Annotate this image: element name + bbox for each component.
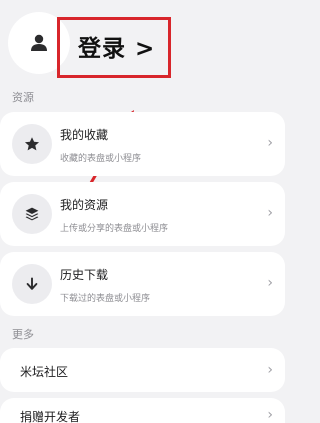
donate-title: 捐赠开发者: [20, 410, 81, 423]
download-icon-circle: [12, 264, 52, 304]
my-resources-subtitle: 上传或分享的表盘或小程序: [60, 224, 169, 234]
list-item-donate[interactable]: 捐赠开发者 ›: [0, 398, 285, 423]
section-label-resources: 资源: [12, 91, 34, 104]
chevron-right-icon: ›: [267, 407, 273, 423]
my-resources-title: 我的资源: [60, 198, 109, 212]
chevron-right-icon: ›: [267, 362, 273, 378]
download-arrow-icon: [26, 277, 38, 290]
favorites-title: 我的收藏: [60, 128, 109, 142]
chevron-right-icon: ›: [267, 205, 273, 221]
list-item-my-resources[interactable]: 我的资源 上传或分享的表盘或小程序 ›: [0, 182, 285, 246]
download-history-title: 历史下载: [60, 268, 109, 282]
chevron-right-icon: ›: [267, 135, 273, 151]
favorites-icon-circle: [12, 124, 52, 164]
list-item-download-history[interactable]: 历史下载 下载过的表盘或小程序 ›: [0, 252, 285, 316]
resources-icon-circle: [12, 194, 52, 234]
layers-icon: [25, 207, 39, 221]
list-item-community[interactable]: 米坛社区 ›: [0, 348, 285, 392]
download-history-subtitle: 下载过的表盘或小程序: [60, 294, 151, 304]
annotation-highlight-box: [57, 17, 171, 78]
user-icon: [31, 34, 47, 51]
community-title: 米坛社区: [20, 365, 69, 379]
star-icon: [24, 137, 40, 151]
favorites-subtitle: 收藏的表盘或小程序: [60, 154, 142, 164]
chevron-right-icon: ›: [267, 275, 273, 291]
section-label-more: 更多: [12, 328, 34, 341]
list-item-favorites[interactable]: 我的收藏 收藏的表盘或小程序 ›: [0, 112, 285, 176]
